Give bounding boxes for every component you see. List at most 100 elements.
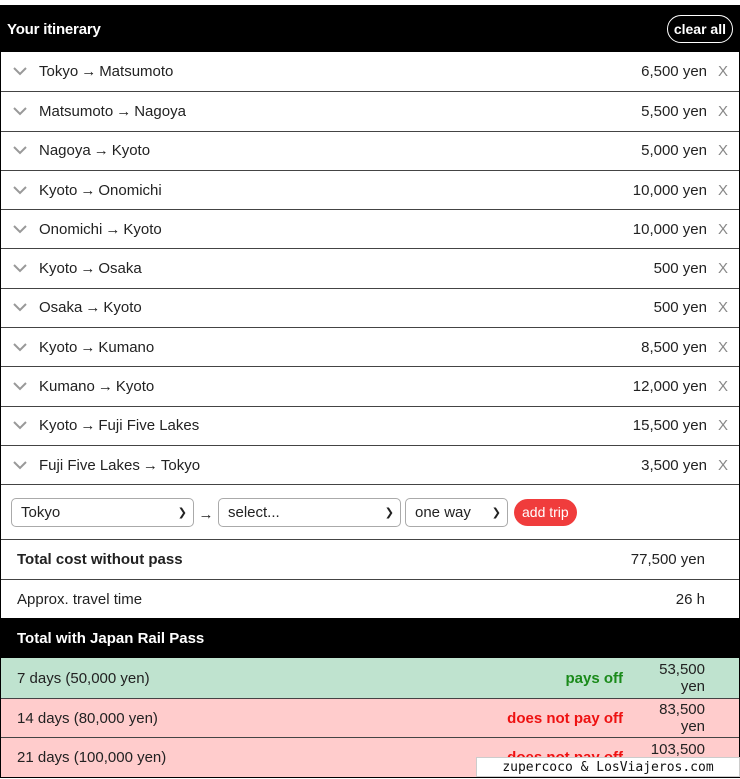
pass-total: 83,500 yen [659,701,705,736]
trip-row[interactable]: Kyoto → Osaka 500 yen X [1,248,739,288]
pass-duration: 7 days (50,000 yen) [17,669,150,687]
arrow-right-icon: → [80,181,96,199]
trip-route: Kumano → Kyoto [39,378,567,395]
trip-from: Onomichi [39,220,103,238]
chevron-down-icon[interactable] [1,67,39,76]
to-station-value: select... [228,503,280,521]
chevron-down-icon[interactable] [1,421,39,430]
remove-trip-button[interactable]: X [707,417,739,434]
arrow-right-icon: → [80,417,96,435]
arrow-right-icon: → [198,505,214,523]
from-station-select[interactable]: Tokyo ❯ [11,497,194,527]
trip-route: Tokyo → Matsumoto [39,63,567,80]
trip-route: Onomichi → Kyoto [39,221,567,238]
pass-duration: 14 days (80,000 yen) [17,709,158,727]
rail-pass-header: Total with Japan Rail Pass [1,618,739,659]
trip-from: Matsumoto [39,102,114,120]
chevron-down-icon[interactable] [1,146,39,155]
chevron-down-icon[interactable] [1,185,39,195]
trip-row[interactable]: Fuji Five Lakes → Tokyo 3,500 yen X [1,444,739,485]
trip-cost: 3,500 yen [641,456,707,474]
remove-trip-button[interactable]: X [707,221,739,238]
trip-list: Tokyo → Matsumoto 6,500 yen X Matsumoto → Nagoy… [1,52,739,485]
chevron-down-icon[interactable] [1,303,39,312]
chevron-down-icon[interactable] [1,382,39,391]
trip-from: Fuji Five Lakes [39,456,140,474]
clear-all-button[interactable]: clear all [666,15,733,43]
trip-row[interactable]: Nagoya → Kyoto 5,000 yen X [1,130,739,170]
trip-cost: 500 yen [653,299,707,317]
trip-row[interactable]: Kyoto → Onomichi 10,000 yen X [1,169,739,210]
arrow-right-icon: → [80,260,96,278]
chevron-down-icon: ❯ [177,506,187,519]
trip-row[interactable]: Osaka → Kyoto 500 yen X [1,287,739,328]
trip-row[interactable]: Kumano → Kyoto 12,000 yen X [1,366,739,406]
pass-total: 53,500 yen [659,661,705,696]
trip-route: Nagoya → Kyoto [39,142,567,159]
remove-trip-button[interactable]: X [707,142,739,159]
total-cost-row: Total cost without pass 77,500 yen [1,539,739,579]
remove-trip-button[interactable]: X [707,260,739,277]
trip-to: Matsumoto [99,63,174,81]
trip-row[interactable]: Matsumoto → Nagoya 5,500 yen X [1,91,739,131]
pass-verdict: does not pay off [507,709,623,727]
travel-time-row: Approx. travel time 26 h [1,578,739,619]
remove-trip-button[interactable]: X [707,457,739,474]
trip-row[interactable]: Onomichi → Kyoto 10,000 yen X [1,209,739,249]
trip-cost: 10,000 yen [632,181,707,199]
chevron-down-icon[interactable] [1,343,39,352]
arrow-right-icon: → [116,102,132,120]
rail-pass-option: 7 days (50,000 yen) pays off 53,500 yen [1,658,739,698]
chevron-down-icon[interactable] [1,460,39,470]
chevron-down-icon: ❯ [491,506,501,519]
remove-trip-button[interactable]: X [707,182,739,199]
travel-time-label: Approx. travel time [17,590,143,608]
trip-from: Kyoto [39,338,78,356]
remove-trip-button[interactable]: X [707,378,739,395]
trip-cost: 500 yen [653,260,707,278]
trip-cost: 5,500 yen [641,102,707,120]
arrow-right-icon: → [85,299,101,317]
trip-from: Kumano [39,378,95,396]
trip-to: Fuji Five Lakes [98,417,200,435]
remove-trip-button[interactable]: X [707,339,739,356]
arrow-right-icon: → [142,456,158,474]
trip-cost: 12,000 yen [632,378,707,396]
trip-from: Kyoto [39,260,78,278]
arrow-right-icon: → [81,63,97,81]
watermark: zupercoco & LosViajeros.com [476,757,740,777]
chevron-down-icon[interactable] [1,107,39,116]
chevron-down-icon: ❯ [384,506,394,519]
trip-from: Tokyo [39,63,79,81]
trip-row[interactable]: Kyoto → Kumano 8,500 yen X [1,327,739,367]
trip-cost: 5,000 yen [641,142,707,160]
to-station-select[interactable]: select... ❯ [218,497,401,527]
trip-from: Kyoto [39,181,78,199]
trip-route: Fuji Five Lakes → Tokyo [39,457,567,474]
trip-route: Kyoto → Onomichi [39,182,567,199]
trip-to: Kyoto [111,142,151,160]
itinerary-panel: Your itinerary clear all Tokyo → Matsumoto… [0,5,740,778]
remove-trip-button[interactable]: X [707,299,739,316]
itinerary-title: Your itinerary [7,20,101,38]
chevron-down-icon[interactable] [1,264,39,273]
remove-trip-button[interactable]: X [707,63,739,80]
trip-kind-select[interactable]: one way ❯ [405,497,508,527]
add-trip-button[interactable]: add trip [514,498,577,526]
trip-from: Osaka [39,299,83,317]
trip-row[interactable]: Kyoto → Fuji Five Lakes 15,500 yen X [1,405,739,445]
total-cost-value: 77,500 yen [630,551,705,569]
pass-duration: 21 days (100,000 yen) [17,749,167,767]
pass-verdict: pays off [565,669,623,687]
remove-trip-button[interactable]: X [707,103,739,120]
trip-from: Nagoya [39,142,91,160]
trip-route: Kyoto → Osaka [39,260,567,277]
arrow-right-icon: → [93,142,109,160]
trip-to: Tokyo [160,456,201,474]
trip-to: Kyoto [103,299,142,317]
trip-to: Kyoto [123,220,162,238]
trip-cost: 15,500 yen [632,417,707,435]
total-cost-label: Total cost without pass [17,551,183,569]
trip-row[interactable]: Tokyo → Matsumoto 6,500 yen X [1,52,739,92]
chevron-down-icon[interactable] [1,225,39,234]
